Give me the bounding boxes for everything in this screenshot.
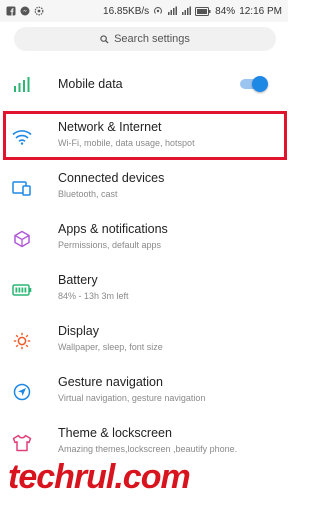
battery-icon (12, 280, 32, 300)
settings-item-battery[interactable]: Battery 84% - 13h 3m left (0, 264, 288, 315)
settings-item-title: Mobile data (58, 76, 123, 91)
signal-bars-icon-2 (182, 6, 192, 15)
signal-icon (12, 74, 32, 94)
watermark-text: techrul.com (8, 458, 191, 496)
settings-item-gesture-navigation[interactable]: Gesture navigation Virtual navigation, g… (0, 366, 288, 417)
network-speed: 16.85KB/s (103, 5, 150, 17)
apps-icon (12, 229, 32, 249)
settings-item-title: Display (58, 324, 99, 338)
hotspot-icon (154, 7, 163, 14)
search-icon (100, 34, 109, 44)
settings-item-connected-devices[interactable]: Connected devices Bluetooth, cast (0, 162, 288, 213)
status-right: 16.85KB/s 84% 12:16 PM (103, 6, 282, 17)
battery-percent: 84% (215, 5, 236, 17)
settings-item-title: Apps & notifications (58, 222, 168, 236)
search-placeholder: Search settings (114, 33, 190, 45)
settings-item-subtitle: Amazing themes,lockscreen ,beautify phon… (58, 444, 238, 454)
battery-status-icon (195, 6, 211, 16)
theme-icon (12, 433, 32, 453)
devices-icon (12, 178, 32, 198)
status-bar: 16.85KB/s 84% 12:16 PM (0, 0, 288, 22)
settings-item-subtitle: Bluetooth, cast (58, 189, 118, 199)
messenger-icon (20, 6, 30, 16)
settings-item-title: Theme & lockscreen (58, 426, 172, 440)
highlight-box (3, 111, 287, 160)
settings-item-title: Battery (58, 273, 98, 287)
search-bar[interactable]: Search settings (14, 27, 276, 51)
settings-item-subtitle: Permissions, default apps (58, 240, 162, 250)
clock: 12:16 PM (239, 5, 282, 17)
settings-item-subtitle: 84% - 13h 3m left (58, 291, 129, 301)
brightness-icon (12, 331, 32, 351)
settings-item-title: Gesture navigation (58, 375, 163, 389)
gesture-icon (12, 382, 32, 402)
signal-bars-icon (168, 6, 178, 15)
settings-item-subtitle: Wallpaper, sleep, font size (58, 342, 163, 352)
settings-item-display[interactable]: Display Wallpaper, sleep, font size (0, 315, 288, 366)
status-left (6, 6, 44, 16)
facebook-icon (6, 6, 16, 16)
settings-gear-icon (34, 6, 44, 16)
settings-item-title: Connected devices (58, 171, 165, 185)
mobile-data-toggle[interactable] (240, 75, 268, 92)
settings-item-subtitle: Virtual navigation, gesture navigation (58, 393, 206, 403)
settings-item-apps-notifications[interactable]: Apps & notifications Permissions, defaul… (0, 213, 288, 264)
settings-item-mobile-data[interactable]: Mobile data (0, 58, 288, 109)
